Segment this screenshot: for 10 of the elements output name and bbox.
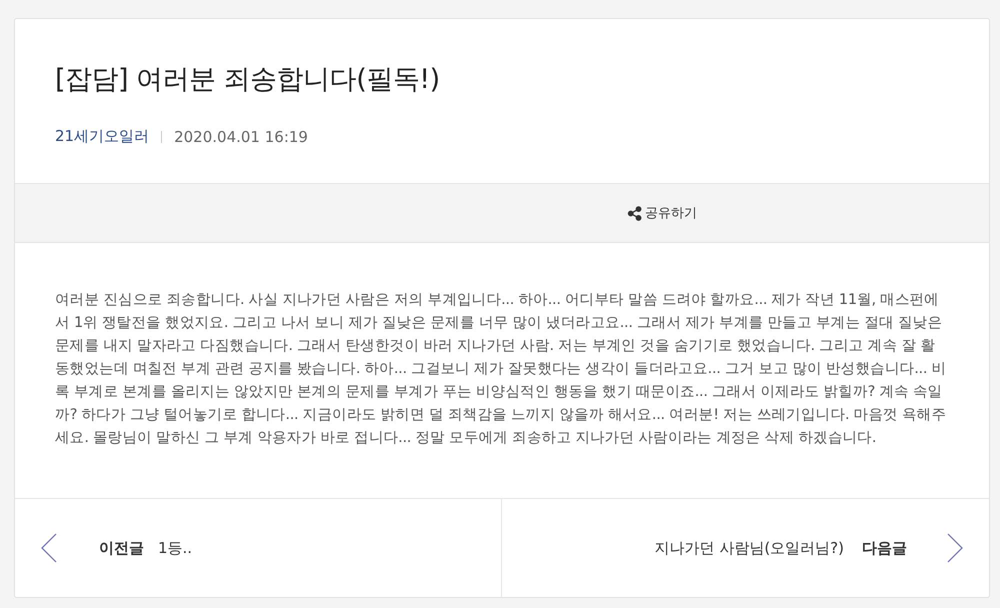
post-nav-link[interactable]: 이전글 1등.. [15,499,502,597]
share-icon [627,206,642,220]
post-title: [잡담] 여러분 죄송합니다(필독!) [55,63,441,97]
chevron-right-icon [947,533,963,563]
author-link[interactable]: 21세기오일러 [55,127,150,146]
share-button[interactable]: 공유하기 [621,200,703,226]
post-body: 여러분 진심으로 죄송합니다. 사실 지나가던 사람은 저의 부계입니다... 하아... 어디부타 말씀 드려야 할까요... 제가 작년 11월, 매스펀에서 1위 쟁탈전을 했었지요. 그리고 나서 보니 제가 질낮은 문제를 너무 많이 냈더라고요... 그래서 제가 부계를 만들고 부계는 절대 질낮은 문제를 내지 말자라고 다짐했습니다. 그래서 탄생한것이 바러 지나가던 사람. 저는 부계인 것을 숨기기로 했었습니다. 그리고 계속 잘 활동했었는데 며칠전 부계 관련 공지를 봤습니다. 하아... 그걸보니 제가 잘못했다는 생각이 들더라고요... 그거 보고 많이 반성했습니다... 비록 부계로 본계를 올리지는 않았지만 본계의 문제를 부계가 푸는 비양심적인 행동을 했기 때문이죠... 그래서 이제라도 밝힐까? 계속 속일까? 하다가 그냥 털어놓기로 합니다... 지금이라도 밝히면 덜 죄책감을 느끼지 않을까 해서요... 여러분! 저는 쓰레기입니다. 마음껏 욕해주세요. 몰랑님이 말하신 그 부계 악용자가 바로 접니다... 정말 모두에게 죄송하고 지나가던 사람이라는 계정은 삭제 하겠습니다. [55,291,948,448]
chevron-left-icon [41,533,57,563]
post-date: 2020.04.01 16:19 [174,128,308,146]
post-nav-link[interactable]: 지나가던 사람님(오일러님?) 다음글 [502,499,989,597]
